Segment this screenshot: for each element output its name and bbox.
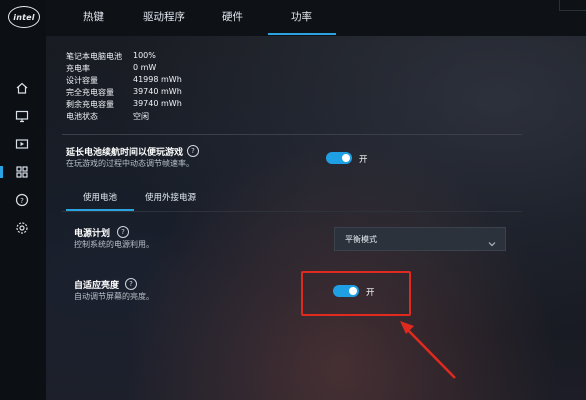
annotation-arrow [400, 321, 456, 379]
